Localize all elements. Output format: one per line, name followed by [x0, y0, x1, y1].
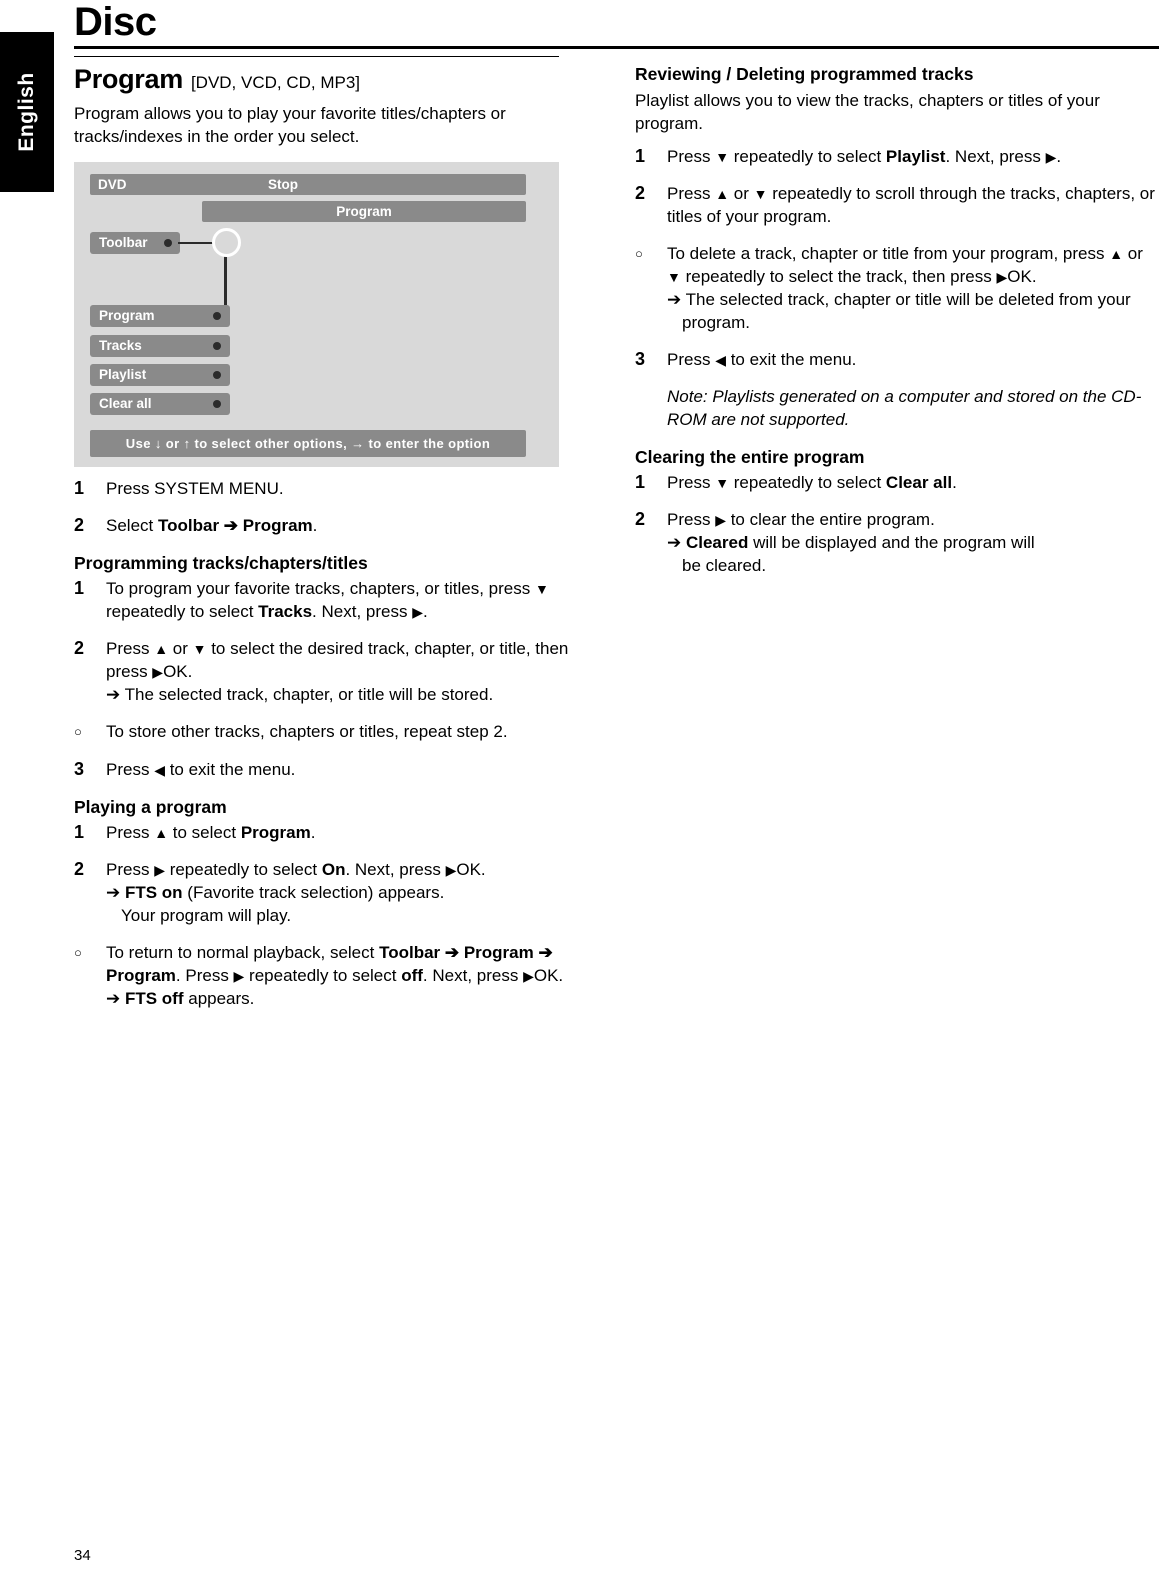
- step-number: 2: [635, 183, 646, 203]
- step-number: 2: [74, 638, 85, 658]
- bullet-dot-icon: [213, 342, 221, 350]
- program-intro: Program allows you to play your favorite…: [74, 104, 506, 146]
- step-text: Press ▶ to clear the entire program. ➔ Cl…: [667, 510, 1035, 575]
- page-title: Disc: [74, 0, 157, 44]
- osd-menu-item-label: Playlist: [99, 367, 147, 382]
- list-item: 3 Press ◀ to exit the menu.: [74, 758, 594, 781]
- left-column: Program [DVD, VCD, CD, MP3] Program allo…: [74, 56, 594, 1024]
- list-item: ○ To delete a track, chapter or title fr…: [635, 242, 1160, 334]
- osd-status-bar: DVD Stop: [90, 174, 526, 195]
- language-tab: English: [0, 32, 54, 192]
- step-text: Press ▼ repeatedly to select Clear all.: [667, 473, 957, 492]
- list-item: 1 Press ▼ repeatedly to select Playlist.…: [635, 145, 1160, 168]
- header-divider: [74, 46, 1159, 49]
- list-item: 2 Press ▲ or ▼ to select the desired tra…: [74, 637, 594, 706]
- osd-menu-item-label: Program: [99, 308, 155, 323]
- osd-menu-item-playlist: Playlist: [90, 364, 230, 386]
- step-text: Press SYSTEM MENU.: [106, 479, 284, 498]
- step-text: Press ▶ repeatedly to select On. Next, p…: [106, 860, 486, 925]
- playlist-note: Note: Playlists generated on a computer …: [635, 385, 1160, 431]
- page-number: 34: [74, 1547, 91, 1564]
- list-item: 2 Press ▶ repeatedly to select On. Next,…: [74, 858, 594, 927]
- step-text: Press ◀ to exit the menu.: [667, 350, 857, 369]
- osd-status-label: Stop: [268, 177, 298, 192]
- program-main-steps: 1 Press SYSTEM MENU. 2 Select Toolbar ➔ …: [74, 477, 594, 537]
- step-number: 1: [74, 822, 85, 842]
- subheading-reviewing-deleting: Reviewing / Deleting programmed tracks: [635, 64, 974, 84]
- list-item: 2 Press ▶ to clear the entire program. ➔ …: [635, 508, 1160, 577]
- clearing-steps: 1 Press ▼ repeatedly to select Clear all…: [635, 471, 1160, 577]
- osd-toolbar-label: Toolbar: [99, 235, 148, 250]
- subheading-playing-a-program: Playing a program: [74, 797, 227, 817]
- step-number: 2: [74, 859, 85, 879]
- subheading-clearing-entire-program: Clearing the entire program: [635, 447, 865, 467]
- playlist-intro: Playlist allows you to view the tracks, …: [635, 91, 1100, 133]
- note-text: Note: Playlists generated on a computer …: [667, 387, 1142, 429]
- step-text: Press ▲ or ▼ repeatedly to scroll throug…: [667, 184, 1155, 226]
- osd-hint-bar: Use ↓ or ↑ to select other options, → to…: [90, 430, 526, 457]
- step-number: 3: [74, 759, 85, 779]
- list-item: ○ To store other tracks, chapters or tit…: [74, 720, 594, 744]
- page-header: Disc: [74, 0, 1159, 49]
- osd-menu-item-program: Program: [90, 305, 230, 327]
- list-item: ○ To return to normal playback, select T…: [74, 941, 594, 1010]
- section-divider: [74, 56, 559, 57]
- step-text: To store other tracks, chapters or title…: [106, 722, 508, 741]
- osd-screen-illustration: DVD Stop Program Toolbar Program Tracks …: [74, 162, 559, 467]
- section-heading-program: Program [DVD, VCD, CD, MP3]: [74, 63, 594, 99]
- section-heading-text: Program: [74, 64, 183, 94]
- list-item: 1 Press SYSTEM MENU.: [74, 477, 594, 500]
- step-text: To delete a track, chapter or title from…: [667, 244, 1143, 332]
- right-column: Reviewing / Deleting programmed tracks P…: [635, 62, 1160, 591]
- list-item: 1 Press ▼ repeatedly to select Clear all…: [635, 471, 1160, 494]
- step-text: Press ▲ to select Program.: [106, 823, 316, 842]
- step-number: 1: [74, 578, 85, 598]
- osd-program-bar: Program: [202, 201, 526, 222]
- step-number: 2: [635, 509, 646, 529]
- osd-highlight-circle-icon: [212, 228, 241, 257]
- step-number: 3: [635, 349, 646, 369]
- step-text: Press ▼ repeatedly to select Playlist. N…: [667, 147, 1062, 166]
- step-text: Press ▲ or ▼ to select the desired track…: [106, 639, 569, 704]
- note-spacer: [635, 385, 667, 431]
- osd-menu-item-label: Tracks: [99, 338, 142, 353]
- subheading-programming-tracks: Programming tracks/chapters/titles: [74, 553, 368, 573]
- step-text: Press ◀ to exit the menu.: [106, 760, 296, 779]
- step-text: Select Toolbar ➔ Program.: [106, 516, 318, 535]
- bullet-dot-icon: [164, 239, 172, 247]
- osd-menu-item-label: Clear all: [99, 396, 152, 411]
- list-item: 2 Select Toolbar ➔ Program.: [74, 514, 594, 537]
- bullet-dot-icon: [213, 371, 221, 379]
- reviewing-steps: 1 Press ▼ repeatedly to select Playlist.…: [635, 145, 1160, 371]
- step-text: To return to normal playback, select Too…: [106, 943, 564, 1008]
- bullet-circle-icon: ○: [635, 246, 643, 261]
- bullet-dot-icon: [213, 400, 221, 408]
- step-number: 1: [635, 146, 646, 166]
- bullet-circle-icon: ○: [74, 724, 82, 739]
- list-item: 3 Press ◀ to exit the menu.: [635, 348, 1160, 371]
- step-number: 1: [635, 472, 646, 492]
- list-item: 2 Press ▲ or ▼ repeatedly to scroll thro…: [635, 182, 1160, 228]
- language-tab-label: English: [15, 72, 38, 152]
- osd-toolbar-item: Toolbar: [90, 232, 180, 254]
- bullet-dot-icon: [213, 312, 221, 320]
- osd-menu-item-clear-all: Clear all: [90, 393, 230, 415]
- step-number: 1: [74, 478, 85, 498]
- osd-source-label: DVD: [98, 177, 127, 192]
- programming-steps: 1 To program your favorite tracks, chapt…: [74, 577, 594, 781]
- playing-program-steps: 1 Press ▲ to select Program. 2 Press ▶ r…: [74, 821, 594, 1010]
- step-number: 2: [74, 515, 85, 535]
- list-item: 1 Press ▲ to select Program.: [74, 821, 594, 844]
- step-text: To program your favorite tracks, chapter…: [106, 579, 549, 621]
- osd-menu-item-tracks: Tracks: [90, 335, 230, 357]
- section-heading-formats: [DVD, VCD, CD, MP3]: [190, 73, 361, 92]
- bullet-circle-icon: ○: [74, 945, 82, 960]
- list-item: 1 To program your favorite tracks, chapt…: [74, 577, 594, 623]
